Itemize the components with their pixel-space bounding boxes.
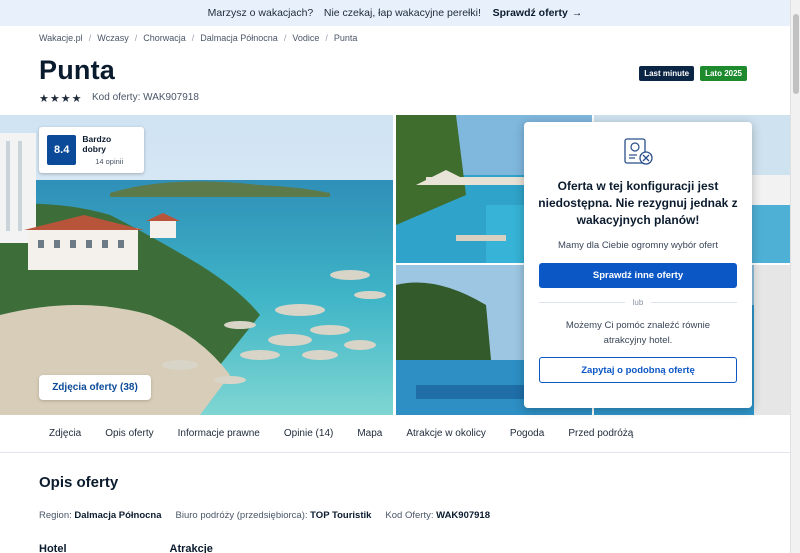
tab-legal[interactable]: Informacje prawne (178, 428, 260, 439)
operator-label: Biuro podróży (przedsiębiorca): (175, 510, 308, 521)
rating-text: Bardzo dobry 14 opinii (82, 134, 136, 166)
modal-help-text: Możemy Ci pomóc znaleźć równie atrakcyjn… (565, 320, 711, 346)
check-other-offers-button[interactable]: Sprawdź inne oferty (539, 263, 737, 288)
breadcrumb-separator: / (325, 33, 328, 43)
hotel-column-heading: Hotel (39, 543, 67, 553)
star-icon: ★ (39, 93, 49, 105)
offer-code-label: Kod Oferty: (385, 510, 434, 521)
last-minute-badge: Last minute (639, 66, 695, 81)
tab-reviews[interactable]: Opinie (14) (284, 428, 333, 439)
rating-label: Bardzo dobry (82, 134, 112, 154)
rating-card[interactable]: 8.4 Bardzo dobry 14 opinii (39, 127, 144, 173)
modal-title: Oferta w tej konfiguracji jest niedostęp… (538, 179, 738, 227)
offer-code-info: Kod Oferty: WAK907918 (385, 510, 490, 521)
season-badge: Lato 2025 (700, 66, 747, 81)
offer-code-value: WAK907918 (436, 510, 490, 521)
promo-cta-link[interactable]: Sprawdź oferty (493, 7, 568, 19)
offer-badges: Last minute Lato 2025 (639, 66, 747, 81)
breadcrumb-item[interactable]: Wczasy (97, 33, 129, 43)
star-icon: ★ (71, 93, 82, 105)
breadcrumb-separator: / (283, 33, 287, 43)
description-columns: Hotel Atrakcje (39, 543, 213, 553)
promo-bar: Marzysz o wakacjach?⠀ Nie czekaj, łap wa… (0, 0, 790, 26)
page-title: Punta (39, 55, 116, 85)
page-scrollbar[interactable] (790, 0, 800, 553)
breadcrumb-separator: / (88, 33, 92, 43)
modal-subtitle: Mamy dla Ciebie ogromny wybór ofert (558, 240, 718, 251)
rating-count: 14 opinii (95, 157, 124, 166)
region-info: Region: Dalmacja Północna (39, 510, 162, 521)
or-label: lub (632, 297, 644, 307)
breadcrumb-separator: / (191, 33, 195, 43)
photos-button[interactable]: Zdjęcia oferty (38) (39, 375, 151, 400)
ask-similar-offer-button[interactable]: Zapytaj o podobną ofertę (539, 357, 737, 383)
arrow-right-icon[interactable]: → (572, 7, 583, 19)
breadcrumb-item[interactable]: Vodice (292, 33, 319, 43)
operator-value: TOP Touristik (310, 510, 372, 521)
document-unavailable-icon (624, 138, 653, 165)
or-divider: lub (539, 296, 737, 308)
region-label: Region: (39, 510, 72, 521)
tab-photos[interactable]: Zdjęcia (49, 428, 81, 439)
promo-text: Marzysz o wakacjach?⠀ Nie czekaj, łap wa… (207, 7, 489, 19)
breadcrumb-item[interactable]: Dalmacja Północna (200, 33, 278, 43)
breadcrumb: Wakacje.pl / Wczasy / Chorwacja / Dalmac… (39, 33, 357, 43)
breadcrumb-item[interactable]: Chorwacja (143, 33, 186, 43)
hotel-stars: ★ ★ ★ ★ (39, 92, 82, 105)
breadcrumb-current: Punta (333, 33, 358, 43)
operator-info: Biuro podróży (przedsiębiorca): TOP Tour… (176, 510, 372, 521)
tab-weather[interactable]: Pogoda (510, 428, 544, 439)
unavailable-offer-modal: Oferta w tej konfiguracji jest niedostęp… (524, 122, 752, 408)
offer-tabs: Zdjęcia Opis oferty Informacje prawne Op… (0, 415, 790, 453)
divider-line (539, 301, 625, 303)
star-icon: ★ (49, 93, 60, 105)
breadcrumb-item[interactable]: Wakacje.pl (39, 33, 83, 43)
offer-code: Kod oferty: WAK907918 (92, 92, 199, 103)
tab-attractions[interactable]: Atrakcje w okolicy (406, 428, 485, 439)
rating-score: 8.4 (47, 135, 77, 165)
scrollbar-thumb[interactable] (793, 14, 799, 94)
tab-before-travel[interactable]: Przed podróżą (568, 428, 633, 439)
star-icon: ★ (60, 93, 71, 105)
region-value: Dalmacja Północna (74, 510, 162, 521)
offer-meta: Region: Dalmacja Północna Biuro podróży … (39, 510, 490, 521)
attractions-column-heading: Atrakcje (169, 543, 213, 553)
tab-description[interactable]: Opis oferty (105, 428, 153, 439)
breadcrumb-separator: / (134, 33, 138, 43)
tab-map[interactable]: Mapa (357, 428, 382, 439)
section-title: Opis oferty (39, 474, 119, 491)
divider-line (651, 301, 737, 303)
